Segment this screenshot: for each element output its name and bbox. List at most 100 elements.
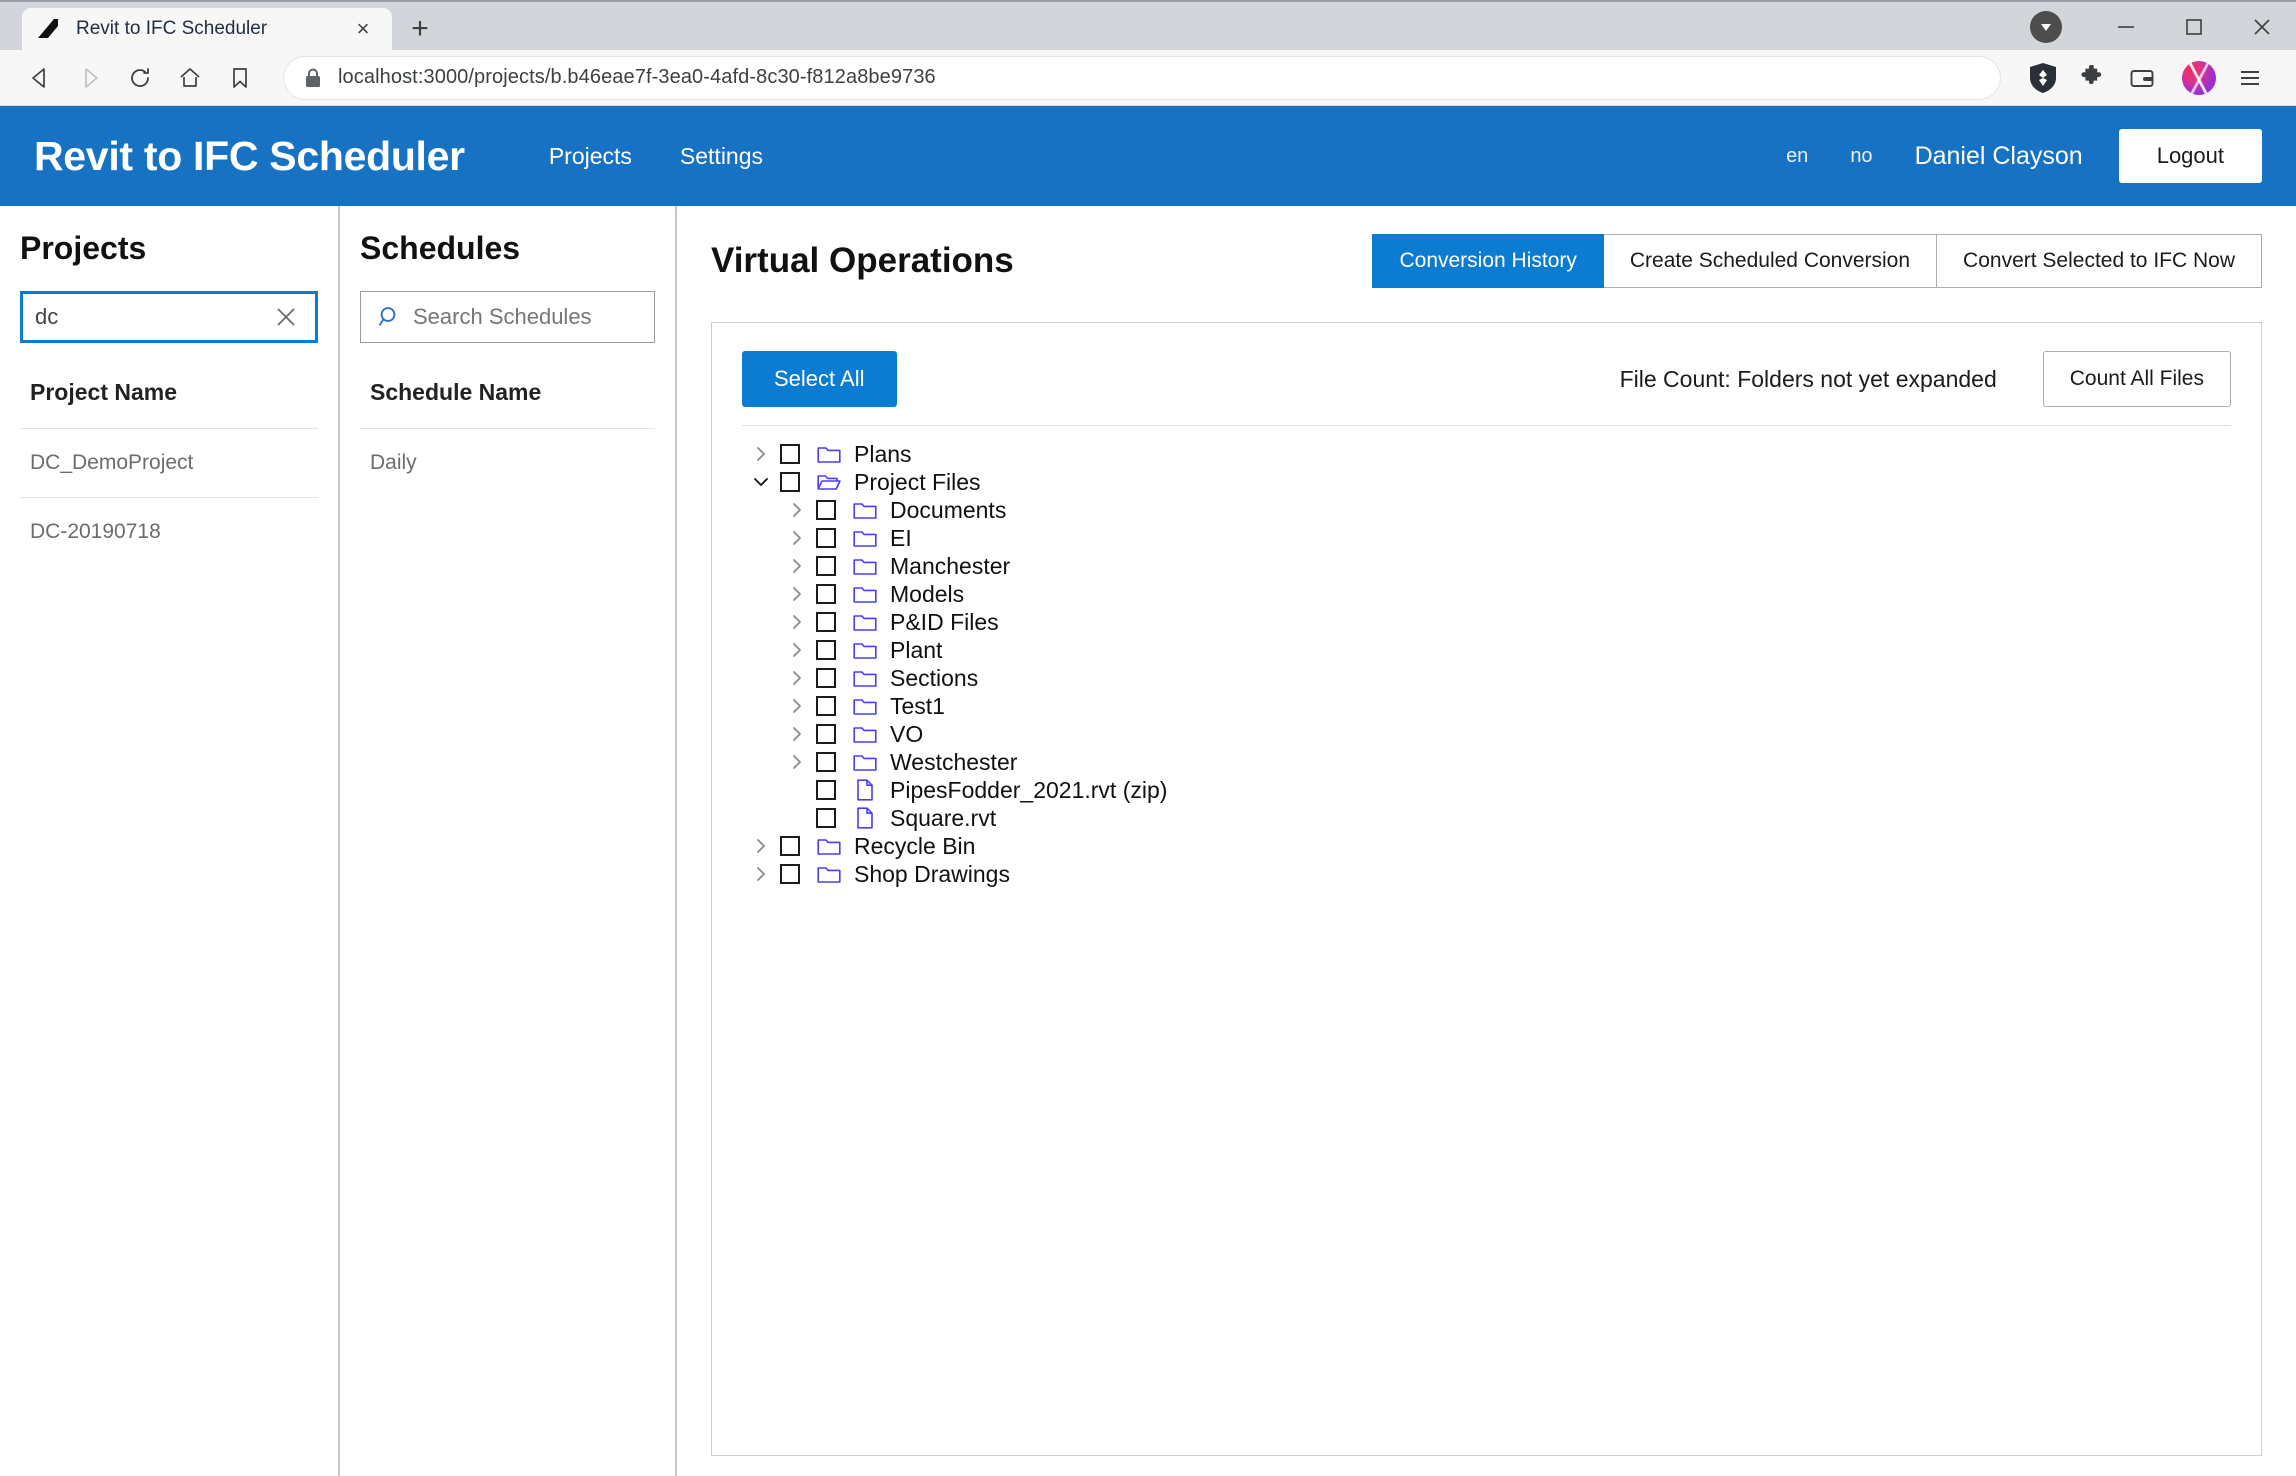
count-all-files-button[interactable]: Count All Files: [2043, 351, 2231, 407]
tree-row[interactable]: Sections: [746, 664, 2231, 692]
tree-row-checkbox[interactable]: [816, 640, 836, 660]
hamburger-menu-icon[interactable]: [2228, 56, 2272, 100]
tree-row-checkbox[interactable]: [816, 752, 836, 772]
tree-row[interactable]: Test1: [746, 692, 2231, 720]
chevron-right-icon[interactable]: [782, 670, 812, 686]
tree-row[interactable]: EI: [746, 524, 2231, 552]
language-en[interactable]: en: [1786, 145, 1808, 168]
chevron-right-icon[interactable]: [746, 838, 776, 854]
chevron-right-icon[interactable]: [782, 698, 812, 714]
close-tab-icon[interactable]: ×: [348, 14, 378, 44]
tree-row-checkbox[interactable]: [816, 780, 836, 800]
folder-open-icon: [814, 472, 844, 492]
address-bar[interactable]: localhost:3000/projects/b.b46eae7f-3ea0-…: [284, 57, 2000, 99]
tree-row-label: VO: [890, 721, 923, 748]
chevron-right-icon[interactable]: [782, 754, 812, 770]
tab-convert-selected-to-ifc-now[interactable]: Convert Selected to IFC Now: [1936, 234, 2262, 288]
brave-shield-icon[interactable]: [2020, 55, 2066, 101]
tab-title: Revit to IFC Scheduler: [76, 18, 348, 40]
tree-row[interactable]: Plans: [746, 440, 2231, 468]
chevron-down-icon[interactable]: [746, 474, 776, 490]
tree-row-checkbox[interactable]: [816, 668, 836, 688]
chevron-right-icon[interactable]: [782, 614, 812, 630]
magnifier-icon: [373, 304, 407, 330]
back-icon[interactable]: [18, 56, 62, 100]
logout-button[interactable]: Logout: [2119, 129, 2262, 183]
projects-search-input[interactable]: dc: [20, 291, 318, 343]
tab-conversion-history[interactable]: Conversion History: [1372, 234, 1603, 288]
list-item[interactable]: DC_DemoProject: [20, 428, 318, 497]
tree-row[interactable]: Square.rvt: [746, 804, 2231, 832]
chevron-right-icon[interactable]: [782, 502, 812, 518]
nav-link-settings[interactable]: Settings: [680, 143, 763, 170]
minimize-button[interactable]: [2092, 2, 2160, 52]
tree-row-checkbox[interactable]: [780, 864, 800, 884]
application: Revit to IFC Scheduler Projects Settings…: [0, 106, 2296, 1476]
tree-row-checkbox[interactable]: [816, 808, 836, 828]
schedules-panel: Schedules Search Schedules Schedule Name…: [340, 206, 677, 1476]
downloads-badge[interactable]: [2030, 11, 2062, 43]
bookmark-icon[interactable]: [218, 56, 262, 100]
projects-search-wrap: dc: [20, 291, 318, 343]
tree-row-checkbox[interactable]: [816, 612, 836, 632]
tree-row[interactable]: Documents: [746, 496, 2231, 524]
tree-row[interactable]: Models: [746, 580, 2231, 608]
maximize-button[interactable]: [2160, 2, 2228, 52]
folder-icon: [814, 836, 844, 856]
puzzle-icon[interactable]: [2070, 56, 2114, 100]
tree-row[interactable]: Manchester: [746, 552, 2231, 580]
url-text: localhost:3000/projects/b.b46eae7f-3ea0-…: [338, 66, 936, 89]
select-all-button[interactable]: Select All: [742, 351, 897, 407]
chevron-right-icon[interactable]: [782, 642, 812, 658]
tree-row-checkbox[interactable]: [816, 724, 836, 744]
tree-row-checkbox[interactable]: [816, 584, 836, 604]
tree-row-checkbox[interactable]: [816, 556, 836, 576]
tree-row-checkbox[interactable]: [780, 472, 800, 492]
tree-row-label: Test1: [890, 693, 945, 720]
schedules-search-input[interactable]: Search Schedules: [360, 291, 655, 343]
tree-row-label: Documents: [890, 497, 1006, 524]
nav-link-projects[interactable]: Projects: [549, 143, 632, 170]
projects-panel: Projects dc Project Name DC_DemoProject …: [0, 206, 340, 1476]
new-tab-button[interactable]: +: [398, 8, 442, 50]
file-tree: PlansProject FilesDocumentsEIManchesterM…: [742, 440, 2231, 888]
tree-row[interactable]: Shop Drawings: [746, 860, 2231, 888]
chevron-right-icon[interactable]: [746, 446, 776, 462]
home-icon[interactable]: [168, 56, 212, 100]
tree-row[interactable]: Recycle Bin: [746, 832, 2231, 860]
close-window-button[interactable]: [2228, 2, 2296, 52]
tree-row-checkbox[interactable]: [816, 500, 836, 520]
chevron-right-icon[interactable]: [782, 530, 812, 546]
chevron-right-icon[interactable]: [782, 726, 812, 742]
tab-create-scheduled-conversion[interactable]: Create Scheduled Conversion: [1603, 234, 1937, 288]
tree-row-label: Sections: [890, 665, 978, 692]
tree-row[interactable]: Westchester: [746, 748, 2231, 776]
profile-avatar[interactable]: [2182, 61, 2216, 95]
wallet-icon[interactable]: [2120, 56, 2164, 100]
tree-row-label: EI: [890, 525, 912, 552]
schedules-column-header: Schedule Name: [360, 379, 655, 428]
tree-row[interactable]: VO: [746, 720, 2231, 748]
tree-row-checkbox[interactable]: [780, 836, 800, 856]
chevron-right-icon[interactable]: [782, 558, 812, 574]
reload-icon[interactable]: [118, 56, 162, 100]
browser-tab[interactable]: Revit to IFC Scheduler ×: [22, 8, 392, 50]
schedules-search-placeholder: Search Schedules: [413, 304, 642, 330]
tree-row-checkbox[interactable]: [816, 696, 836, 716]
card-toolbar: Select All File Count: Folders not yet e…: [742, 351, 2231, 407]
folder-icon: [850, 584, 880, 604]
tree-row[interactable]: Project Files: [746, 468, 2231, 496]
clear-x-icon[interactable]: [269, 304, 303, 330]
list-item[interactable]: DC-20190718: [20, 497, 318, 566]
language-no[interactable]: no: [1850, 145, 1872, 168]
browser-window: Revit to IFC Scheduler × +: [0, 0, 2296, 1476]
tree-row[interactable]: PipesFodder_2021.rvt (zip): [746, 776, 2231, 804]
tree-row-checkbox[interactable]: [780, 444, 800, 464]
tree-row-checkbox[interactable]: [816, 528, 836, 548]
projects-panel-title: Projects: [20, 230, 318, 267]
list-item[interactable]: Daily: [360, 428, 655, 497]
tree-row[interactable]: P&ID Files: [746, 608, 2231, 636]
tree-row[interactable]: Plant: [746, 636, 2231, 664]
chevron-right-icon[interactable]: [782, 586, 812, 602]
chevron-right-icon[interactable]: [746, 866, 776, 882]
